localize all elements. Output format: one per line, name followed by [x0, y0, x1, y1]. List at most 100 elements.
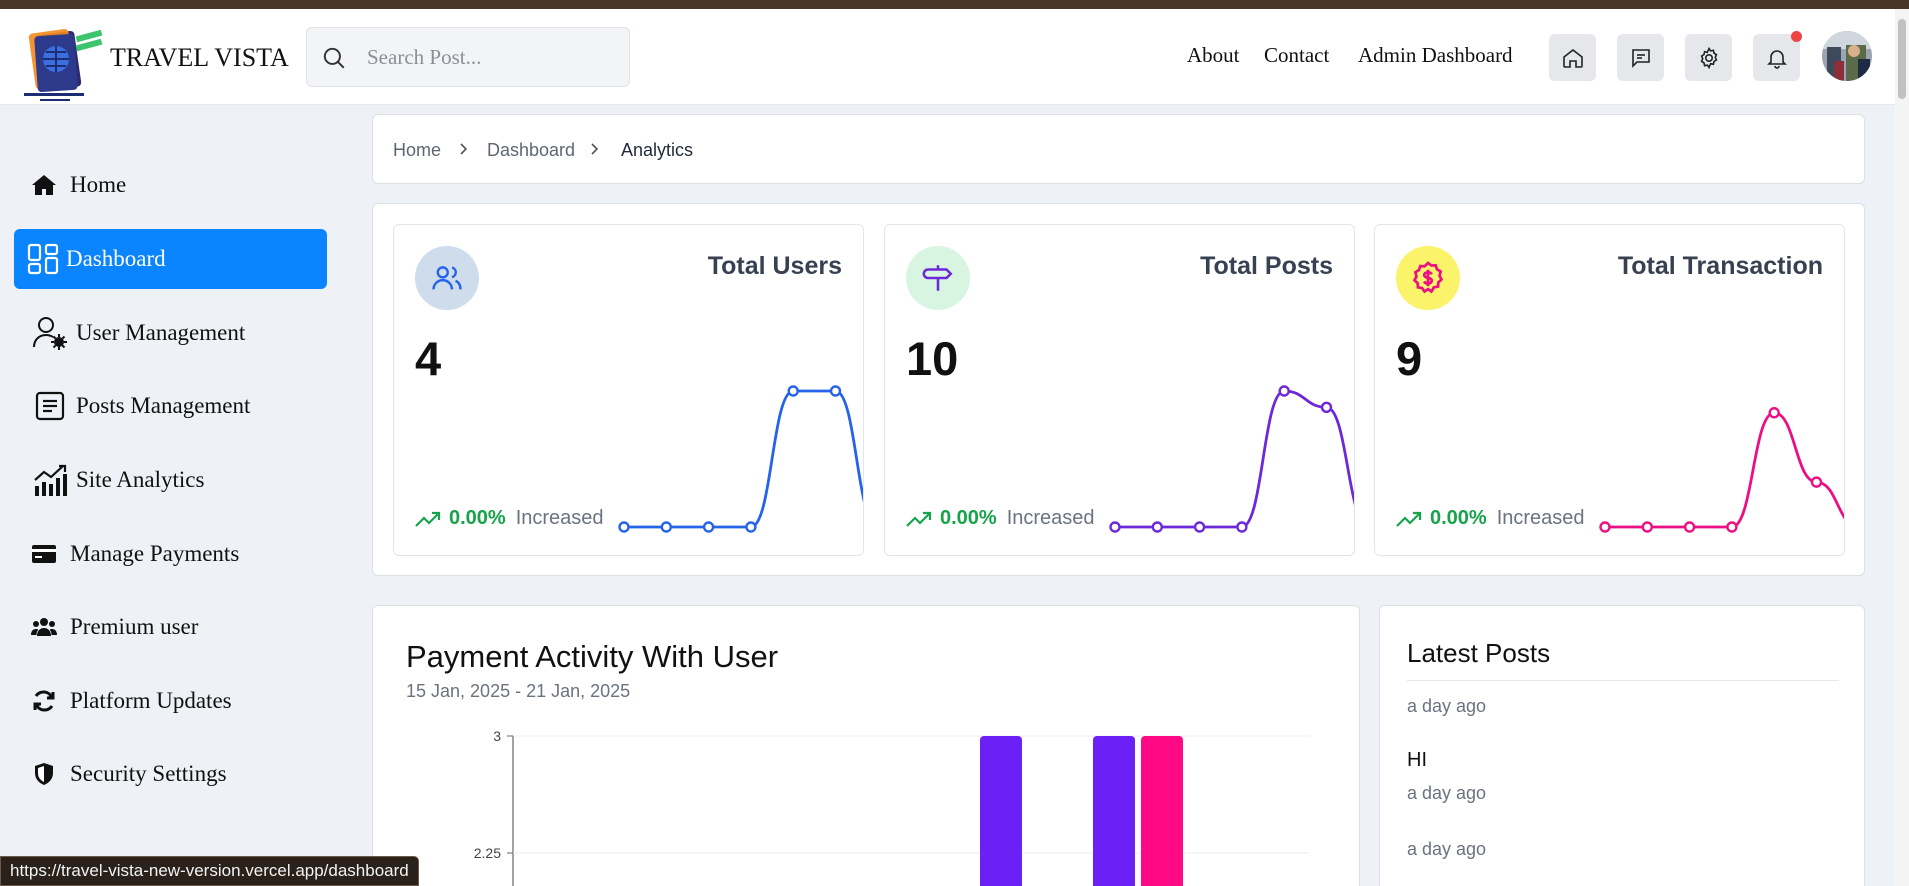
breadcrumb-analytics: Analytics [621, 140, 694, 160]
stat-percent: 0.00% [940, 507, 997, 529]
sparkline-point [702, 521, 715, 533]
user-gear-icon [30, 315, 70, 351]
sparkline-point [829, 385, 842, 397]
sidebar-item-label: Platform Updates [70, 688, 232, 713]
stat-card-total-posts: Total Posts 10 0.00% Increased [884, 224, 1355, 556]
settings-button[interactable] [1685, 34, 1732, 81]
sparkline-point [618, 521, 630, 533]
nav-contact-link[interactable]: Contact [1264, 43, 1329, 68]
sparkline-point [660, 521, 672, 533]
sidebar-item-label: Security Settings [70, 761, 227, 786]
sidebar-item-label: Home [70, 172, 127, 197]
nav-about-link[interactable]: About [1187, 43, 1240, 68]
sparkline-point [1193, 521, 1206, 533]
sidebar-item-posts-management[interactable]: Posts Management [14, 376, 327, 436]
post-time: a day ago [1407, 839, 1487, 859]
home-button[interactable] [1549, 34, 1596, 81]
gear-icon [1700, 46, 1717, 69]
search-icon [323, 47, 345, 69]
sidebar-item-manage-payments[interactable]: Manage Payments [14, 524, 327, 584]
sidebar-item-home[interactable]: Home [14, 155, 327, 215]
search-input[interactable] [367, 38, 617, 76]
sparkline-point [787, 385, 799, 397]
payment-bar-chart: 32.25 [474, 728, 1310, 886]
y-tick-label: 3 [493, 728, 501, 744]
document-icon [30, 390, 70, 422]
stat-percent: 0.00% [449, 507, 506, 529]
trending-up-icon [1396, 511, 1422, 527]
brand-logo[interactable] [24, 23, 106, 105]
messages-button[interactable] [1617, 34, 1664, 81]
dashboard-icon [26, 243, 60, 275]
sparkline-point [1599, 521, 1611, 533]
sidebar-item-security-settings[interactable]: Security Settings [14, 744, 327, 804]
analytics-icon [30, 464, 70, 496]
sparkline-point [1810, 476, 1823, 488]
notification-dot [1791, 31, 1802, 42]
stat-trend-label: Increased [515, 507, 604, 529]
sparkline-point [1320, 401, 1333, 414]
stat-trend-label: Increased [1496, 507, 1585, 529]
sparkline-point [1278, 385, 1290, 397]
sidebar-item-label: User Management [76, 320, 246, 345]
sparkline-point [1683, 521, 1696, 533]
status-bar-url: https://travel-vista-new-version.vercel.… [0, 856, 419, 886]
home-icon [24, 174, 64, 196]
notifications-button[interactable] [1753, 31, 1802, 81]
refresh-icon [24, 689, 64, 713]
sidebar-item-premium-user[interactable]: Premium user [14, 597, 327, 657]
sidebar-item-label: Dashboard [66, 246, 166, 271]
home-icon [1562, 48, 1583, 68]
sidebar-item-user-management[interactable]: User Management [14, 303, 327, 363]
sparkline-point [1726, 521, 1738, 533]
shield-icon [24, 762, 64, 786]
nav-admin-dashboard-link[interactable]: Admin Dashboard [1358, 43, 1513, 68]
sidebar-item-platform-updates[interactable]: Platform Updates [14, 671, 327, 731]
latest-posts-title: Latest Posts [1407, 638, 1551, 668]
message-icon [1631, 48, 1650, 68]
stat-trend: 0.00% Increased [1396, 507, 1585, 530]
stat-card-total-users: Total Users 4 0.00% Increased [393, 224, 864, 556]
breadcrumb-home[interactable]: Home [393, 140, 441, 161]
sidebar-item-label: Premium user [70, 614, 199, 639]
page-scrollbar[interactable] [1895, 9, 1909, 886]
search-box[interactable] [306, 27, 630, 87]
sparkline-point [1109, 521, 1121, 533]
stats-section: Total Users 4 0.00% Increased Total Post… [372, 203, 1865, 576]
post-time: a day ago [1407, 783, 1487, 803]
users-icon [24, 617, 64, 637]
breadcrumb: Home Dashboard Analytics [372, 114, 1865, 184]
sidebar-item-dashboard[interactable]: Dashboard [14, 229, 327, 289]
sparkline-path [1115, 389, 1354, 529]
credit-card-icon [24, 544, 64, 564]
chevron-right-icon [460, 143, 468, 155]
window-top-strip [0, 0, 1909, 9]
stat-percent: 0.00% [1430, 507, 1487, 529]
breadcrumb-dashboard[interactable]: Dashboard [487, 140, 575, 161]
sparkline-point [1236, 521, 1248, 533]
bell-icon [1766, 49, 1787, 69]
bar[interactable] [1141, 736, 1183, 886]
top-navbar: TRAVEL VISTA About Contact Admin Dashboa… [0, 9, 1895, 105]
latest-posts-card: Latest Posts a day ago HI a day ago a da… [1379, 605, 1865, 886]
payment-activity-card: Payment Activity With User 15 Jan, 2025 … [372, 605, 1360, 886]
sidebar: Home Dashboard User Management Posts Man… [0, 106, 340, 886]
stat-card-total-transaction: Total Transaction 9 0.00% Increased [1374, 224, 1845, 556]
stat-trend: 0.00% Increased [906, 507, 1095, 530]
sidebar-item-site-analytics[interactable]: Site Analytics [14, 450, 327, 510]
chevron-right-icon [591, 143, 599, 155]
bar[interactable] [1093, 736, 1135, 886]
bar[interactable] [980, 736, 1022, 886]
sparkline-point [1641, 521, 1653, 533]
brand-name[interactable]: TRAVEL VISTA [110, 43, 289, 73]
y-tick-label: 2.25 [474, 845, 501, 861]
sparkline-point [1768, 407, 1780, 419]
scrollbar-thumb[interactable] [1898, 19, 1906, 99]
sparkline-point [745, 521, 757, 533]
trending-up-icon [415, 511, 441, 527]
stat-trend-label: Increased [1006, 507, 1095, 529]
sidebar-item-label: Site Analytics [76, 467, 205, 492]
user-avatar[interactable] [1822, 31, 1872, 81]
post-title[interactable]: HI [1407, 749, 1427, 772]
sidebar-item-label: Manage Payments [70, 541, 240, 566]
